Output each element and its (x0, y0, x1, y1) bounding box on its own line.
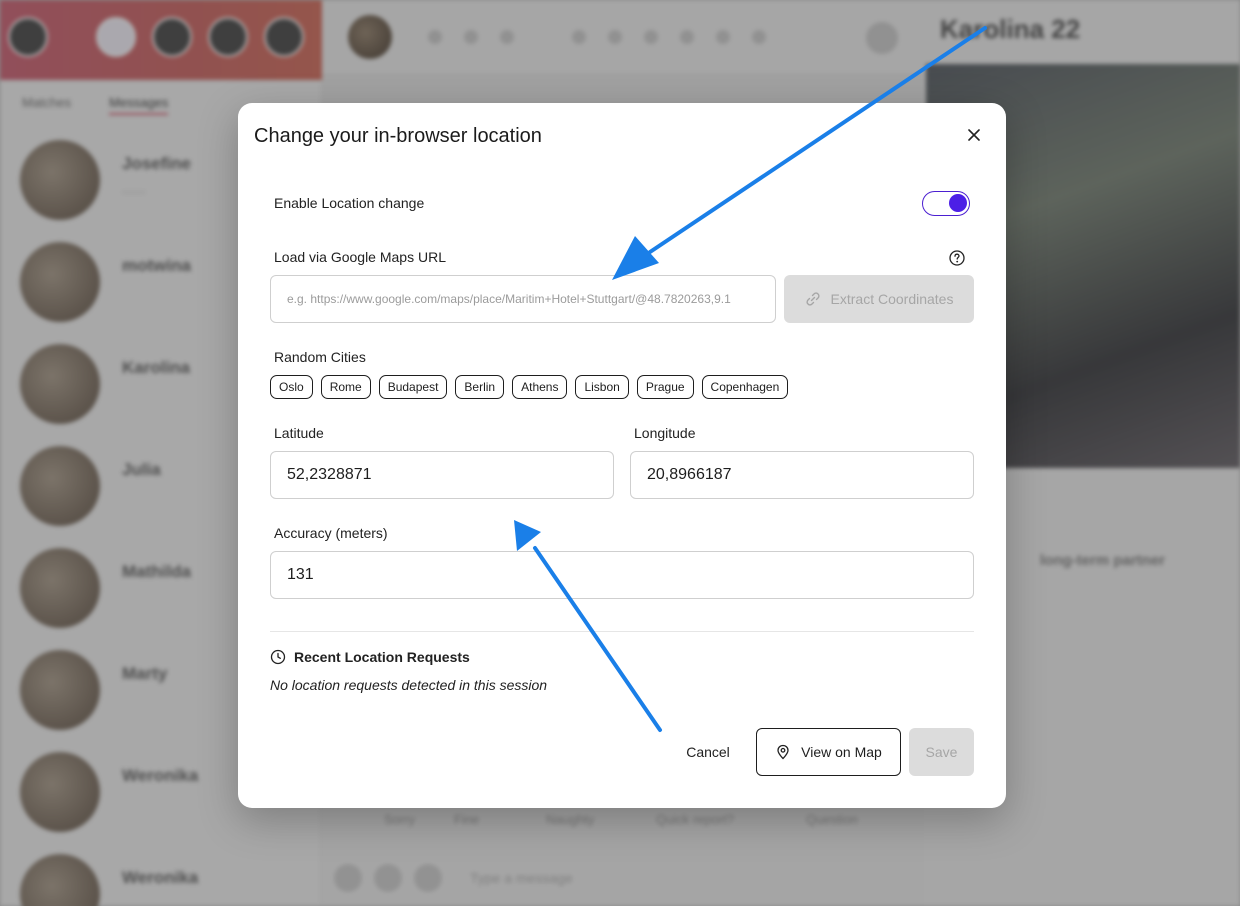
enable-location-toggle[interactable] (922, 191, 970, 216)
city-chip-rome[interactable]: Rome (320, 375, 371, 399)
view-on-map-button[interactable]: View on Map (756, 728, 901, 776)
longitude-input[interactable] (630, 451, 974, 499)
view-on-map-label: View on Map (801, 744, 882, 760)
toggle-knob (949, 194, 967, 212)
latitude-input[interactable] (270, 451, 614, 499)
extract-coordinates-button[interactable]: Extract Coordinates (784, 275, 974, 323)
clock-icon (270, 649, 286, 665)
accuracy-input[interactable] (270, 551, 974, 599)
help-circle-icon[interactable] (948, 249, 966, 267)
recent-requests-empty: No location requests detected in this se… (270, 677, 548, 693)
recent-requests-heading: Recent Location Requests (270, 649, 470, 665)
save-button[interactable]: Save (909, 728, 974, 776)
enable-location-label: Enable Location change (274, 195, 425, 211)
accuracy-label: Accuracy (meters) (274, 525, 388, 541)
city-chip-athens[interactable]: Athens (512, 375, 568, 399)
random-cities-list: Oslo Rome Budapest Berlin Athens Lisbon … (270, 375, 789, 399)
city-chip-budapest[interactable]: Budapest (378, 375, 448, 399)
location-modal: Change your in-browser location Enable L… (238, 103, 1006, 808)
random-cities-label: Random Cities (274, 349, 366, 365)
close-icon (968, 129, 980, 141)
city-chip-berlin[interactable]: Berlin (455, 375, 505, 399)
latitude-label: Latitude (274, 425, 324, 441)
close-button[interactable] (962, 123, 986, 147)
city-chip-oslo[interactable]: Oslo (270, 375, 313, 399)
city-chip-lisbon[interactable]: Lisbon (575, 375, 629, 399)
map-pin-icon (777, 744, 789, 760)
maps-url-label: Load via Google Maps URL (274, 249, 446, 265)
extract-coordinates-label: Extract Coordinates (830, 291, 954, 307)
modal-title: Change your in-browser location (254, 125, 542, 147)
cancel-button[interactable]: Cancel (674, 728, 742, 776)
divider (270, 631, 974, 632)
city-chip-prague[interactable]: Prague (636, 375, 694, 399)
link-icon (805, 292, 820, 306)
maps-url-input[interactable] (270, 275, 776, 323)
city-chip-copenhagen[interactable]: Copenhagen (701, 375, 789, 399)
longitude-label: Longitude (634, 425, 696, 441)
recent-requests-title: Recent Location Requests (294, 649, 470, 665)
